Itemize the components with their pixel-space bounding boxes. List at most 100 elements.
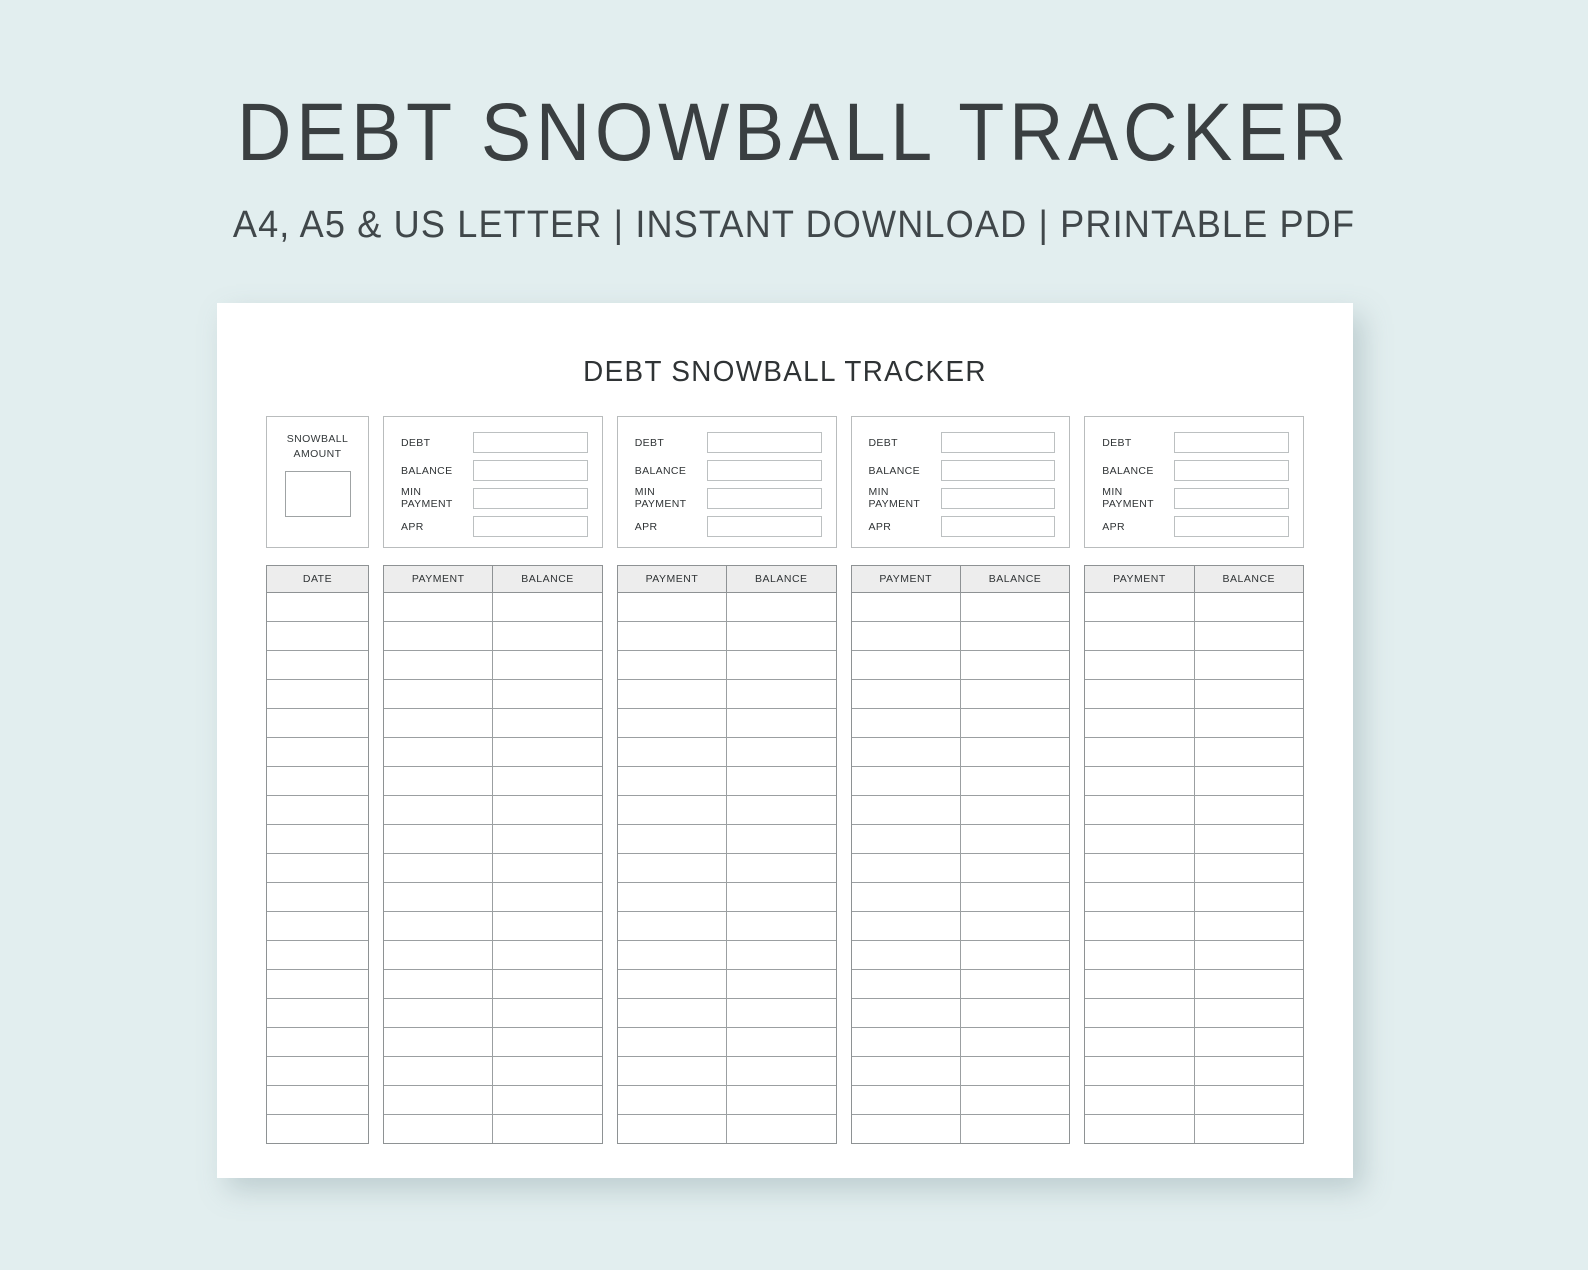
table-cell-balance[interactable] bbox=[726, 796, 836, 824]
table-cell-balance[interactable] bbox=[959, 1115, 1070, 1143]
table-cell-payment[interactable] bbox=[851, 1057, 960, 1085]
table-cell-date[interactable] bbox=[267, 883, 368, 911]
table-cell-payment[interactable] bbox=[384, 1115, 493, 1143]
table-cell-payment[interactable] bbox=[384, 1086, 493, 1114]
table-cell-balance[interactable] bbox=[492, 883, 602, 911]
table-cell-payment[interactable] bbox=[1085, 883, 1194, 911]
table-cell-payment[interactable] bbox=[384, 854, 493, 882]
table-cell-balance[interactable] bbox=[726, 709, 836, 737]
table-cell-payment[interactable] bbox=[1085, 854, 1194, 882]
table-cell-balance[interactable] bbox=[1193, 912, 1303, 940]
table-cell-payment[interactable] bbox=[1085, 1086, 1194, 1114]
table-cell-payment[interactable] bbox=[384, 738, 493, 766]
table-cell-balance[interactable] bbox=[492, 767, 602, 795]
table-cell-balance[interactable] bbox=[959, 999, 1070, 1027]
table-cell-date[interactable] bbox=[267, 912, 368, 940]
table-cell-payment[interactable] bbox=[617, 622, 727, 650]
table-cell-payment[interactable] bbox=[617, 1086, 727, 1114]
debt-field-input[interactable] bbox=[473, 432, 588, 453]
table-cell-balance[interactable] bbox=[492, 1115, 602, 1143]
table-cell-payment[interactable] bbox=[851, 709, 960, 737]
table-cell-balance[interactable] bbox=[492, 593, 602, 621]
table-cell-payment[interactable] bbox=[384, 651, 493, 679]
table-cell-balance[interactable] bbox=[959, 767, 1070, 795]
table-cell-payment[interactable] bbox=[851, 1115, 960, 1143]
table-cell-balance[interactable] bbox=[726, 622, 836, 650]
table-cell-payment[interactable] bbox=[851, 680, 960, 708]
table-cell-balance[interactable] bbox=[1193, 883, 1303, 911]
table-cell-payment[interactable] bbox=[617, 1057, 727, 1085]
table-cell-balance[interactable] bbox=[492, 1057, 602, 1085]
table-cell-balance[interactable] bbox=[959, 680, 1070, 708]
table-cell-balance[interactable] bbox=[959, 854, 1070, 882]
table-cell-payment[interactable] bbox=[384, 622, 493, 650]
table-cell-payment[interactable] bbox=[1085, 680, 1194, 708]
debt-field-input[interactable] bbox=[706, 432, 822, 453]
table-cell-payment[interactable] bbox=[1085, 767, 1194, 795]
balance-field-input[interactable] bbox=[1174, 460, 1289, 481]
table-cell-balance[interactable] bbox=[726, 1028, 836, 1056]
table-cell-balance[interactable] bbox=[959, 883, 1070, 911]
table-cell-balance[interactable] bbox=[959, 941, 1070, 969]
table-cell-date[interactable] bbox=[267, 825, 368, 853]
table-cell-date[interactable] bbox=[267, 680, 368, 708]
table-cell-balance[interactable] bbox=[959, 970, 1070, 998]
table-cell-balance[interactable] bbox=[1193, 767, 1303, 795]
table-cell-payment[interactable] bbox=[617, 854, 727, 882]
table-cell-payment[interactable] bbox=[1085, 1115, 1194, 1143]
table-cell-balance[interactable] bbox=[492, 1086, 602, 1114]
table-cell-payment[interactable] bbox=[1085, 999, 1194, 1027]
table-cell-payment[interactable] bbox=[384, 796, 493, 824]
table-cell-balance[interactable] bbox=[492, 912, 602, 940]
table-cell-payment[interactable] bbox=[851, 1086, 960, 1114]
table-cell-balance[interactable] bbox=[492, 854, 602, 882]
table-cell-payment[interactable] bbox=[1085, 825, 1194, 853]
table-cell-balance[interactable] bbox=[726, 767, 836, 795]
table-cell-payment[interactable] bbox=[617, 825, 727, 853]
table-cell-payment[interactable] bbox=[384, 680, 493, 708]
table-cell-payment[interactable] bbox=[851, 796, 960, 824]
table-cell-balance[interactable] bbox=[959, 709, 1070, 737]
table-cell-payment[interactable] bbox=[851, 738, 960, 766]
table-cell-payment[interactable] bbox=[617, 593, 727, 621]
table-cell-payment[interactable] bbox=[384, 999, 493, 1027]
table-cell-balance[interactable] bbox=[959, 1028, 1070, 1056]
table-cell-balance[interactable] bbox=[726, 1086, 836, 1114]
table-cell-payment[interactable] bbox=[851, 593, 960, 621]
table-cell-date[interactable] bbox=[267, 593, 368, 621]
apr-field-input[interactable] bbox=[1174, 516, 1289, 537]
table-cell-date[interactable] bbox=[267, 651, 368, 679]
table-cell-date[interactable] bbox=[267, 941, 368, 969]
table-cell-payment[interactable] bbox=[617, 796, 727, 824]
table-cell-date[interactable] bbox=[267, 796, 368, 824]
table-cell-payment[interactable] bbox=[1085, 651, 1194, 679]
table-cell-payment[interactable] bbox=[384, 912, 493, 940]
table-cell-payment[interactable] bbox=[617, 1028, 727, 1056]
table-cell-payment[interactable] bbox=[851, 970, 960, 998]
table-cell-payment[interactable] bbox=[384, 767, 493, 795]
table-cell-balance[interactable] bbox=[492, 970, 602, 998]
table-cell-balance[interactable] bbox=[726, 825, 836, 853]
table-cell-balance[interactable] bbox=[1193, 796, 1303, 824]
table-cell-payment[interactable] bbox=[851, 854, 960, 882]
table-cell-balance[interactable] bbox=[726, 912, 836, 940]
table-cell-balance[interactable] bbox=[726, 999, 836, 1027]
apr-field-input[interactable] bbox=[473, 516, 588, 537]
table-cell-payment[interactable] bbox=[1085, 1057, 1194, 1085]
table-cell-payment[interactable] bbox=[617, 912, 727, 940]
apr-field-input[interactable] bbox=[706, 516, 822, 537]
table-cell-payment[interactable] bbox=[1085, 1028, 1194, 1056]
table-cell-balance[interactable] bbox=[726, 941, 836, 969]
table-cell-payment[interactable] bbox=[384, 883, 493, 911]
debt-field-input[interactable] bbox=[1174, 432, 1289, 453]
table-cell-payment[interactable] bbox=[617, 970, 727, 998]
table-cell-payment[interactable] bbox=[617, 709, 727, 737]
table-cell-balance[interactable] bbox=[492, 651, 602, 679]
table-cell-balance[interactable] bbox=[492, 999, 602, 1027]
table-cell-balance[interactable] bbox=[1193, 709, 1303, 737]
table-cell-payment[interactable] bbox=[384, 1028, 493, 1056]
table-cell-payment[interactable] bbox=[617, 767, 727, 795]
table-cell-payment[interactable] bbox=[617, 941, 727, 969]
table-cell-balance[interactable] bbox=[492, 825, 602, 853]
table-cell-balance[interactable] bbox=[1193, 970, 1303, 998]
